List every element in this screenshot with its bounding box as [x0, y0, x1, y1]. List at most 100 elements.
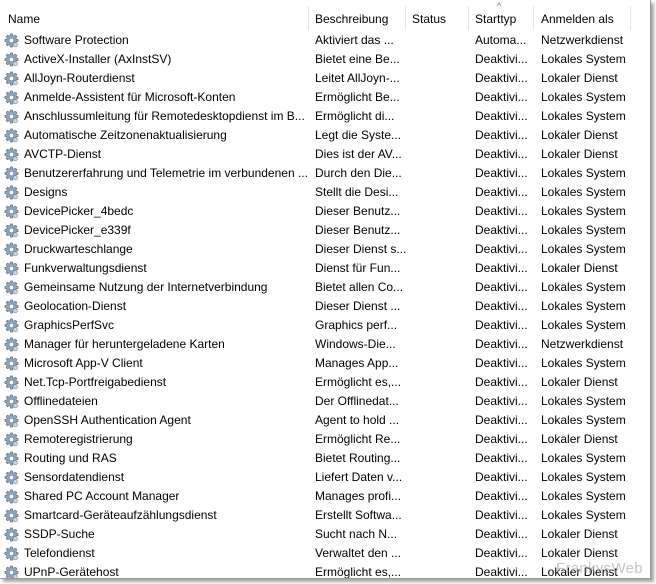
service-description: Durch den Die...	[315, 166, 402, 180]
service-description: Ermöglicht Re...	[315, 432, 401, 446]
service-row[interactable]: GraphicsPerfSvc Graphics perf... Deaktivi.…	[0, 316, 650, 335]
service-row[interactable]: Geolocation-Dienst Dieser Dienst ... Deakt…	[0, 297, 650, 316]
service-row[interactable]: ActiveX-Installer (AxInstSV) Bietet eine …	[0, 50, 650, 69]
column-divider[interactable]	[630, 6, 631, 30]
service-name: Funkverwaltungsdienst	[24, 261, 147, 275]
service-logon-as: Lokales System	[541, 299, 626, 313]
column-divider[interactable]	[533, 6, 534, 30]
gear-service-icon	[4, 109, 19, 124]
service-startup-type: Deaktivi...	[475, 375, 528, 389]
column-header-startup-type[interactable]: Starttyp	[475, 10, 516, 28]
service-startup-type: Deaktivi...	[475, 280, 528, 294]
service-row[interactable]: Sensordatendienst Liefert Daten v... Deakt…	[0, 468, 650, 487]
service-logon-as: Lokaler Dienst	[541, 147, 618, 161]
service-description: Der Offlinedat...	[315, 394, 399, 408]
service-row[interactable]: DevicePicker_e339f Dieser Benutz... Deakti…	[0, 221, 650, 240]
service-description: Dies ist der AV...	[315, 147, 402, 161]
gear-service-icon	[4, 508, 19, 523]
service-description: Legt die Syste...	[315, 128, 402, 142]
service-row[interactable]: Anmelde-Assistent für Microsoft-Konten Er…	[0, 88, 650, 107]
column-header-logon-as[interactable]: Anmelden als	[541, 10, 614, 28]
service-logon-as: Lokaler Dienst	[541, 261, 618, 275]
service-name: OpenSSH Authentication Agent	[24, 413, 191, 427]
service-row[interactable]: Designs Stellt die Desi... Deaktivi... Loka…	[0, 183, 650, 202]
service-row[interactable]: DevicePicker_4bedc Dieser Benutz... Deakti…	[0, 202, 650, 221]
service-name: Sensordatendienst	[24, 470, 125, 484]
service-logon-as: Netzwerkdienst	[541, 33, 624, 47]
service-row[interactable]: Anschlussumleitung für Remotedesktopdien…	[0, 107, 650, 126]
column-divider[interactable]	[405, 6, 406, 30]
service-description: Windows-Die...	[315, 337, 396, 351]
service-name: Software Protection	[24, 33, 129, 47]
service-row[interactable]: Net.Tcp-Portfreigabedienst Ermöglicht es,…	[0, 373, 650, 392]
service-row[interactable]: Gemeinsame Nutzung der Internetverbindun…	[0, 278, 650, 297]
service-description: Agent to hold ...	[315, 413, 400, 427]
gear-service-icon	[4, 375, 19, 390]
service-startup-type: Deaktivi...	[475, 204, 528, 218]
service-row[interactable]: SSDP-Suche Sucht nach N... Deaktivi... Loka…	[0, 525, 650, 544]
service-name: Routing und RAS	[24, 451, 117, 465]
service-description: Stellt die Desi...	[315, 185, 399, 199]
service-name: AllJoyn-Routerdienst	[24, 71, 135, 85]
service-row[interactable]: Benutzererfahrung und Telemetrie im verb…	[0, 164, 650, 183]
service-description: Dieser Dienst s...	[315, 242, 407, 256]
service-row[interactable]: Druckwarteschlange Dieser Dienst s... Deak…	[0, 240, 650, 259]
service-row[interactable]: AVCTP-Dienst Dies ist der AV... Deaktivi..…	[0, 145, 650, 164]
service-name: DevicePicker_4bedc	[24, 204, 134, 218]
gear-service-icon	[4, 565, 19, 578]
service-row[interactable]: Microsoft App-V Client Manages App... Deak…	[0, 354, 650, 373]
service-description: Verwaltet den ...	[315, 546, 402, 560]
service-name: Gemeinsame Nutzung der Internetverbindun…	[24, 280, 268, 294]
service-startup-type: Deaktivi...	[475, 109, 528, 123]
service-startup-type: Deaktivi...	[475, 489, 528, 503]
service-row[interactable]: Telefondienst Verwaltet den ... Deaktivi..…	[0, 544, 650, 563]
gear-service-icon	[4, 166, 19, 181]
service-row[interactable]: Routing und RAS Bietet Routing... Deaktivi…	[0, 449, 650, 468]
column-header: Name Beschreibung Status ^ Starttyp Anme…	[0, 0, 650, 32]
service-row[interactable]: UPnP-Gerätehost Ermöglicht es,... Deaktivi…	[0, 563, 650, 578]
service-startup-type: Deaktivi...	[475, 299, 528, 313]
service-logon-as: Lokales System	[541, 109, 626, 123]
service-row[interactable]: AllJoyn-Routerdienst Leitet AllJoyn-... De…	[0, 69, 650, 88]
service-logon-as: Lokaler Dienst	[541, 71, 618, 85]
service-row[interactable]: Shared PC Account Manager Manages profi..…	[0, 487, 650, 506]
service-logon-as: Lokales System	[541, 318, 626, 332]
column-header-description[interactable]: Beschreibung	[315, 10, 388, 28]
gear-service-icon	[4, 204, 19, 219]
service-startup-type: Automa...	[475, 33, 527, 47]
column-divider[interactable]	[468, 6, 469, 30]
service-logon-as: Lokaler Dienst	[541, 432, 618, 446]
service-name: GraphicsPerfSvc	[24, 318, 115, 332]
gear-service-icon	[4, 546, 19, 561]
service-startup-type: Deaktivi...	[475, 508, 528, 522]
service-row[interactable]: Automatische Zeitzonenaktualisierung Legt…	[0, 126, 650, 145]
service-startup-type: Deaktivi...	[475, 546, 528, 560]
column-header-status[interactable]: Status	[412, 10, 446, 28]
column-divider[interactable]	[308, 6, 309, 30]
service-description: Ermöglicht di...	[315, 109, 395, 123]
service-name: Druckwarteschlange	[24, 242, 133, 256]
service-logon-as: Lokales System	[541, 508, 626, 522]
service-description: Manages App...	[315, 356, 399, 370]
gear-service-icon	[4, 527, 19, 542]
service-startup-type: Deaktivi...	[475, 527, 528, 541]
service-name: ActiveX-Installer (AxInstSV)	[24, 52, 172, 66]
service-row[interactable]: OpenSSH Authentication Agent Agent to hol…	[0, 411, 650, 430]
service-row[interactable]: Funkverwaltungsdienst Dienst für Fun... De…	[0, 259, 650, 278]
service-row[interactable]: Manager für heruntergeladene Karten Windo…	[0, 335, 650, 354]
gear-service-icon	[4, 90, 19, 105]
service-row[interactable]: Software Protection Aktiviert das ... Auto…	[0, 31, 650, 50]
column-header-name[interactable]: Name	[8, 10, 40, 28]
gear-service-icon	[4, 451, 19, 466]
service-row[interactable]: Offlinedateien Der Offlinedat... Deaktivi.…	[0, 392, 650, 411]
service-startup-type: Deaktivi...	[475, 147, 528, 161]
gear-service-icon	[4, 33, 19, 48]
gear-service-icon	[4, 394, 19, 409]
gear-service-icon	[4, 470, 19, 485]
service-name: Telefondienst	[24, 546, 95, 560]
service-name: SSDP-Suche	[24, 527, 95, 541]
gear-service-icon	[4, 337, 19, 352]
service-row[interactable]: Smartcard-Geräteaufzählungsdienst Erstell…	[0, 506, 650, 525]
service-row[interactable]: Remoteregistrierung Ermöglicht Re... Deakt…	[0, 430, 650, 449]
service-name: Designs	[24, 185, 68, 199]
